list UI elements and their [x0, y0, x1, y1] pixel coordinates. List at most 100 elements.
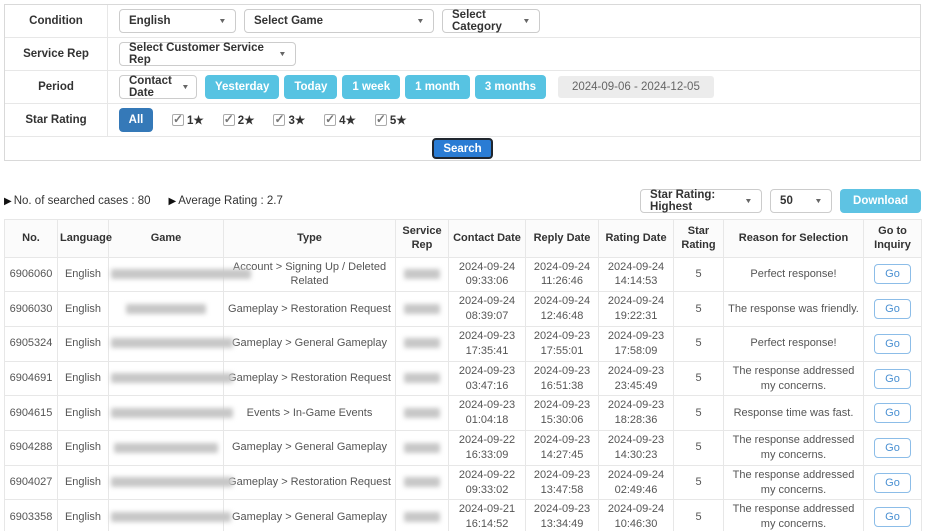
checkbox-checked-icon[interactable] [223, 114, 235, 126]
cell-language: English [58, 361, 109, 396]
table-row: 6906060 English Account > Signing Up / D… [5, 257, 922, 292]
star-4-label: 4★ [339, 113, 356, 127]
go-button[interactable]: Go [874, 334, 911, 354]
chevron-down-icon: ▼ [181, 84, 189, 91]
cell-language: English [58, 326, 109, 361]
date-type-select[interactable]: Contact Date ▼ [119, 75, 197, 99]
checkbox-checked-icon[interactable] [324, 114, 336, 126]
cell-game [109, 361, 224, 396]
table-row: 6904288 English Gameplay > General Gamep… [5, 431, 922, 466]
search-row: Search [5, 137, 920, 160]
cell-reason: The response was friendly. [724, 292, 864, 327]
date-type-select-value: Contact Date [129, 75, 172, 99]
redacted-service-rep [404, 477, 440, 487]
redacted-service-rep [404, 269, 440, 279]
cell-service-rep [396, 361, 449, 396]
service-rep-select[interactable]: Select Customer Service Rep ▼ [119, 42, 296, 66]
star-1-checkbox[interactable]: 1★ [172, 113, 204, 127]
star-3-label: 3★ [288, 113, 305, 127]
table-row: 6904027 English Gameplay > Restoration R… [5, 465, 922, 500]
cell-star-rating: 5 [674, 500, 724, 531]
cell-reason: The response addressed my concerns. [724, 361, 864, 396]
download-button[interactable]: Download [840, 189, 921, 213]
star-1-label: 1★ [187, 113, 204, 127]
cell-star-rating: 5 [674, 396, 724, 431]
cell-type: Gameplay > General Gameplay [224, 431, 396, 466]
chevron-down-icon: ▼ [218, 18, 226, 25]
cell-rating-date: 2024-09-24 14:14:53 [599, 257, 674, 292]
chevron-down-icon: ▼ [744, 198, 752, 205]
go-button[interactable]: Go [874, 403, 911, 423]
checkbox-checked-icon[interactable] [375, 114, 387, 126]
star-3-checkbox[interactable]: 3★ [273, 113, 305, 127]
cell-reason: Perfect response! [724, 326, 864, 361]
language-select[interactable]: English ▼ [119, 9, 236, 33]
cell-game [109, 500, 224, 531]
service-rep-controls: Select Customer Service Rep ▼ [108, 38, 920, 70]
cell-go: Go [864, 396, 922, 431]
condition-row: Condition English ▼ Select Game ▼ Select… [5, 5, 920, 38]
game-select[interactable]: Select Game ▼ [244, 9, 434, 33]
go-button[interactable]: Go [874, 299, 911, 319]
results-toolbar: ▶ No. of searched cases : 80 ▶ Average R… [4, 189, 921, 213]
go-button[interactable]: Go [874, 473, 911, 493]
checkbox-checked-icon[interactable] [273, 114, 285, 126]
header-no: No. [5, 220, 58, 258]
period-controls: Contact Date ▼ Yesterday Today 1 week 1 … [108, 71, 920, 103]
redacted-game-name [111, 269, 251, 279]
results-table-body: 6906060 English Account > Signing Up / D… [5, 257, 922, 531]
table-row: 6903358 English Gameplay > General Gamep… [5, 500, 922, 531]
star-2-checkbox[interactable]: 2★ [223, 113, 255, 127]
cell-type: Gameplay > General Gameplay [224, 500, 396, 531]
date-range-display[interactable]: 2024-09-06 - 2024-12-05 [558, 76, 714, 98]
cell-language: English [58, 396, 109, 431]
cell-go: Go [864, 257, 922, 292]
cell-contact-date: 2024-09-22 16:33:09 [449, 431, 526, 466]
cell-reason: The response addressed my concerns. [724, 431, 864, 466]
table-row: 6904691 English Gameplay > Restoration R… [5, 361, 922, 396]
results-table-header: No. Language Game Type Service Rep Conta… [5, 220, 922, 258]
category-select-value: Select Category [452, 9, 513, 33]
header-service-rep: Service Rep [396, 220, 449, 258]
cell-rating-date: 2024-09-23 17:58:09 [599, 326, 674, 361]
period-yesterday-button[interactable]: Yesterday [205, 75, 279, 99]
go-button[interactable]: Go [874, 507, 911, 527]
star-5-label: 5★ [390, 113, 407, 127]
cell-service-rep [396, 326, 449, 361]
cell-go: Go [864, 465, 922, 500]
period-1week-button[interactable]: 1 week [342, 75, 400, 99]
checkbox-checked-icon[interactable] [172, 114, 184, 126]
cell-reply-date: 2024-09-23 16:51:38 [526, 361, 599, 396]
cell-rating-date: 2024-09-24 02:49:46 [599, 465, 674, 500]
sort-select[interactable]: Star Rating: Highest ▼ [640, 189, 762, 213]
go-button[interactable]: Go [874, 264, 911, 284]
cell-contact-date: 2024-09-21 16:14:52 [449, 500, 526, 531]
cell-reason: The response addressed my concerns. [724, 465, 864, 500]
cell-contact-date: 2024-09-23 17:35:41 [449, 326, 526, 361]
cell-rating-date: 2024-09-23 23:45:49 [599, 361, 674, 396]
redacted-game-name [126, 304, 206, 314]
star-5-checkbox[interactable]: 5★ [375, 113, 407, 127]
star-rating-controls: All 1★ 2★ 3★ 4★ 5★ [108, 104, 920, 136]
go-button[interactable]: Go [874, 438, 911, 458]
period-3months-button[interactable]: 3 months [475, 75, 546, 99]
cell-no: 6905324 [5, 326, 58, 361]
sort-select-value: Star Rating: Highest [650, 189, 735, 213]
header-reason: Reason for Selection [724, 220, 864, 258]
page-size-select[interactable]: 50 ▼ [770, 189, 832, 213]
star-4-checkbox[interactable]: 4★ [324, 113, 356, 127]
category-select[interactable]: Select Category ▼ [442, 9, 540, 33]
cell-reason: Perfect response! [724, 257, 864, 292]
service-rep-row: Service Rep Select Customer Service Rep … [5, 38, 920, 71]
go-button[interactable]: Go [874, 369, 911, 389]
header-language: Language [58, 220, 109, 258]
results-summary: ▶ No. of searched cases : 80 ▶ Average R… [4, 195, 283, 207]
cell-type: Events > In-Game Events [224, 396, 396, 431]
header-rating-date: Rating Date [599, 220, 674, 258]
search-button[interactable]: Search [432, 138, 492, 159]
star-rating-all-button[interactable]: All [119, 108, 153, 132]
period-today-button[interactable]: Today [284, 75, 337, 99]
period-1month-button[interactable]: 1 month [405, 75, 470, 99]
cell-game [109, 465, 224, 500]
chevron-down-icon: ▼ [416, 18, 424, 25]
